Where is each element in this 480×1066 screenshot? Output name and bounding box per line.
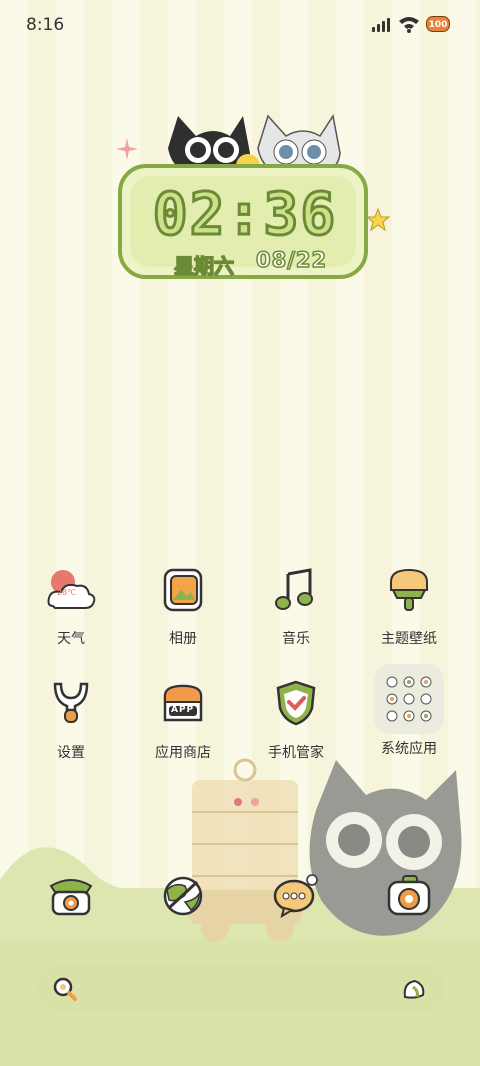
music-icon [268, 562, 324, 618]
star-icon [366, 208, 390, 232]
browser-icon [155, 868, 211, 924]
dock-messages[interactable] [241, 868, 351, 924]
clock-date: 08/22 [255, 247, 328, 273]
dock-camera[interactable] [354, 868, 464, 924]
app-label: 手机管家 [268, 745, 324, 761]
phone-icon [43, 868, 99, 924]
app-label: 相册 [169, 631, 197, 647]
weather-icon: 28℃ [43, 562, 99, 618]
app-store-icon: APP [155, 676, 211, 732]
battery-icon: 100 [426, 16, 450, 32]
themes-icon [381, 562, 437, 618]
gallery-icon [155, 562, 211, 618]
system-apps-folder [374, 664, 444, 734]
search-bar[interactable] [37, 963, 444, 1013]
clock-widget[interactable]: 02:36 星期六 08/22 [100, 100, 390, 300]
app-store-badge: APP [171, 705, 195, 715]
signal-icon [372, 18, 394, 32]
folder-system-apps[interactable]: 系统应用 [354, 664, 464, 758]
clock-weekday: 星期六 [173, 253, 235, 279]
app-settings[interactable]: 设置 [16, 676, 126, 762]
app-label: 应用商店 [155, 745, 211, 761]
search-icon [53, 977, 77, 1001]
app-label: 系统应用 [381, 741, 437, 757]
security-icon [268, 676, 324, 732]
app-store[interactable]: APP 应用商店 [128, 676, 238, 762]
leaf-icon[interactable] [401, 977, 427, 1001]
app-themes[interactable]: 主题壁纸 [354, 562, 464, 648]
status-time: 8:16 [26, 15, 65, 35]
messages-icon [268, 868, 324, 924]
dock-browser[interactable] [128, 868, 238, 924]
app-weather[interactable]: 28℃ 天气 [16, 562, 126, 648]
app-label: 设置 [57, 745, 85, 761]
wifi-icon [399, 17, 419, 33]
weather-temp: 28℃ [57, 588, 77, 597]
app-label: 音乐 [282, 631, 310, 647]
clock-time: 02:36 [151, 179, 338, 250]
camera-icon [381, 868, 437, 924]
settings-icon [43, 676, 99, 732]
app-label: 主题壁纸 [381, 631, 437, 647]
app-music[interactable]: 音乐 [241, 562, 351, 648]
dock-phone[interactable] [16, 868, 126, 924]
pink-sparkle-icon [116, 138, 138, 160]
app-label: 天气 [57, 631, 85, 647]
status-bar: 8:16 100 [0, 0, 480, 50]
app-security[interactable]: 手机管家 [241, 676, 351, 762]
app-gallery[interactable]: 相册 [128, 562, 238, 648]
